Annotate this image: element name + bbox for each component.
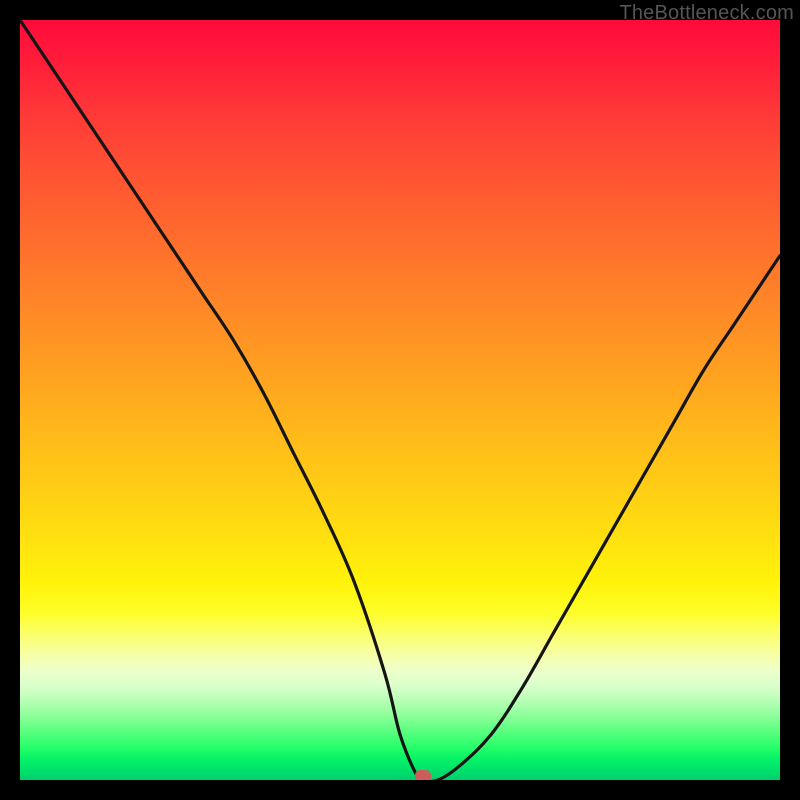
optimal-marker xyxy=(415,770,431,780)
watermark-text: TheBottleneck.com xyxy=(619,2,794,25)
bottleneck-curve xyxy=(20,20,780,780)
curve-svg xyxy=(20,20,780,780)
plot-area xyxy=(20,20,780,780)
chart-stage: TheBottleneck.com xyxy=(0,0,800,800)
